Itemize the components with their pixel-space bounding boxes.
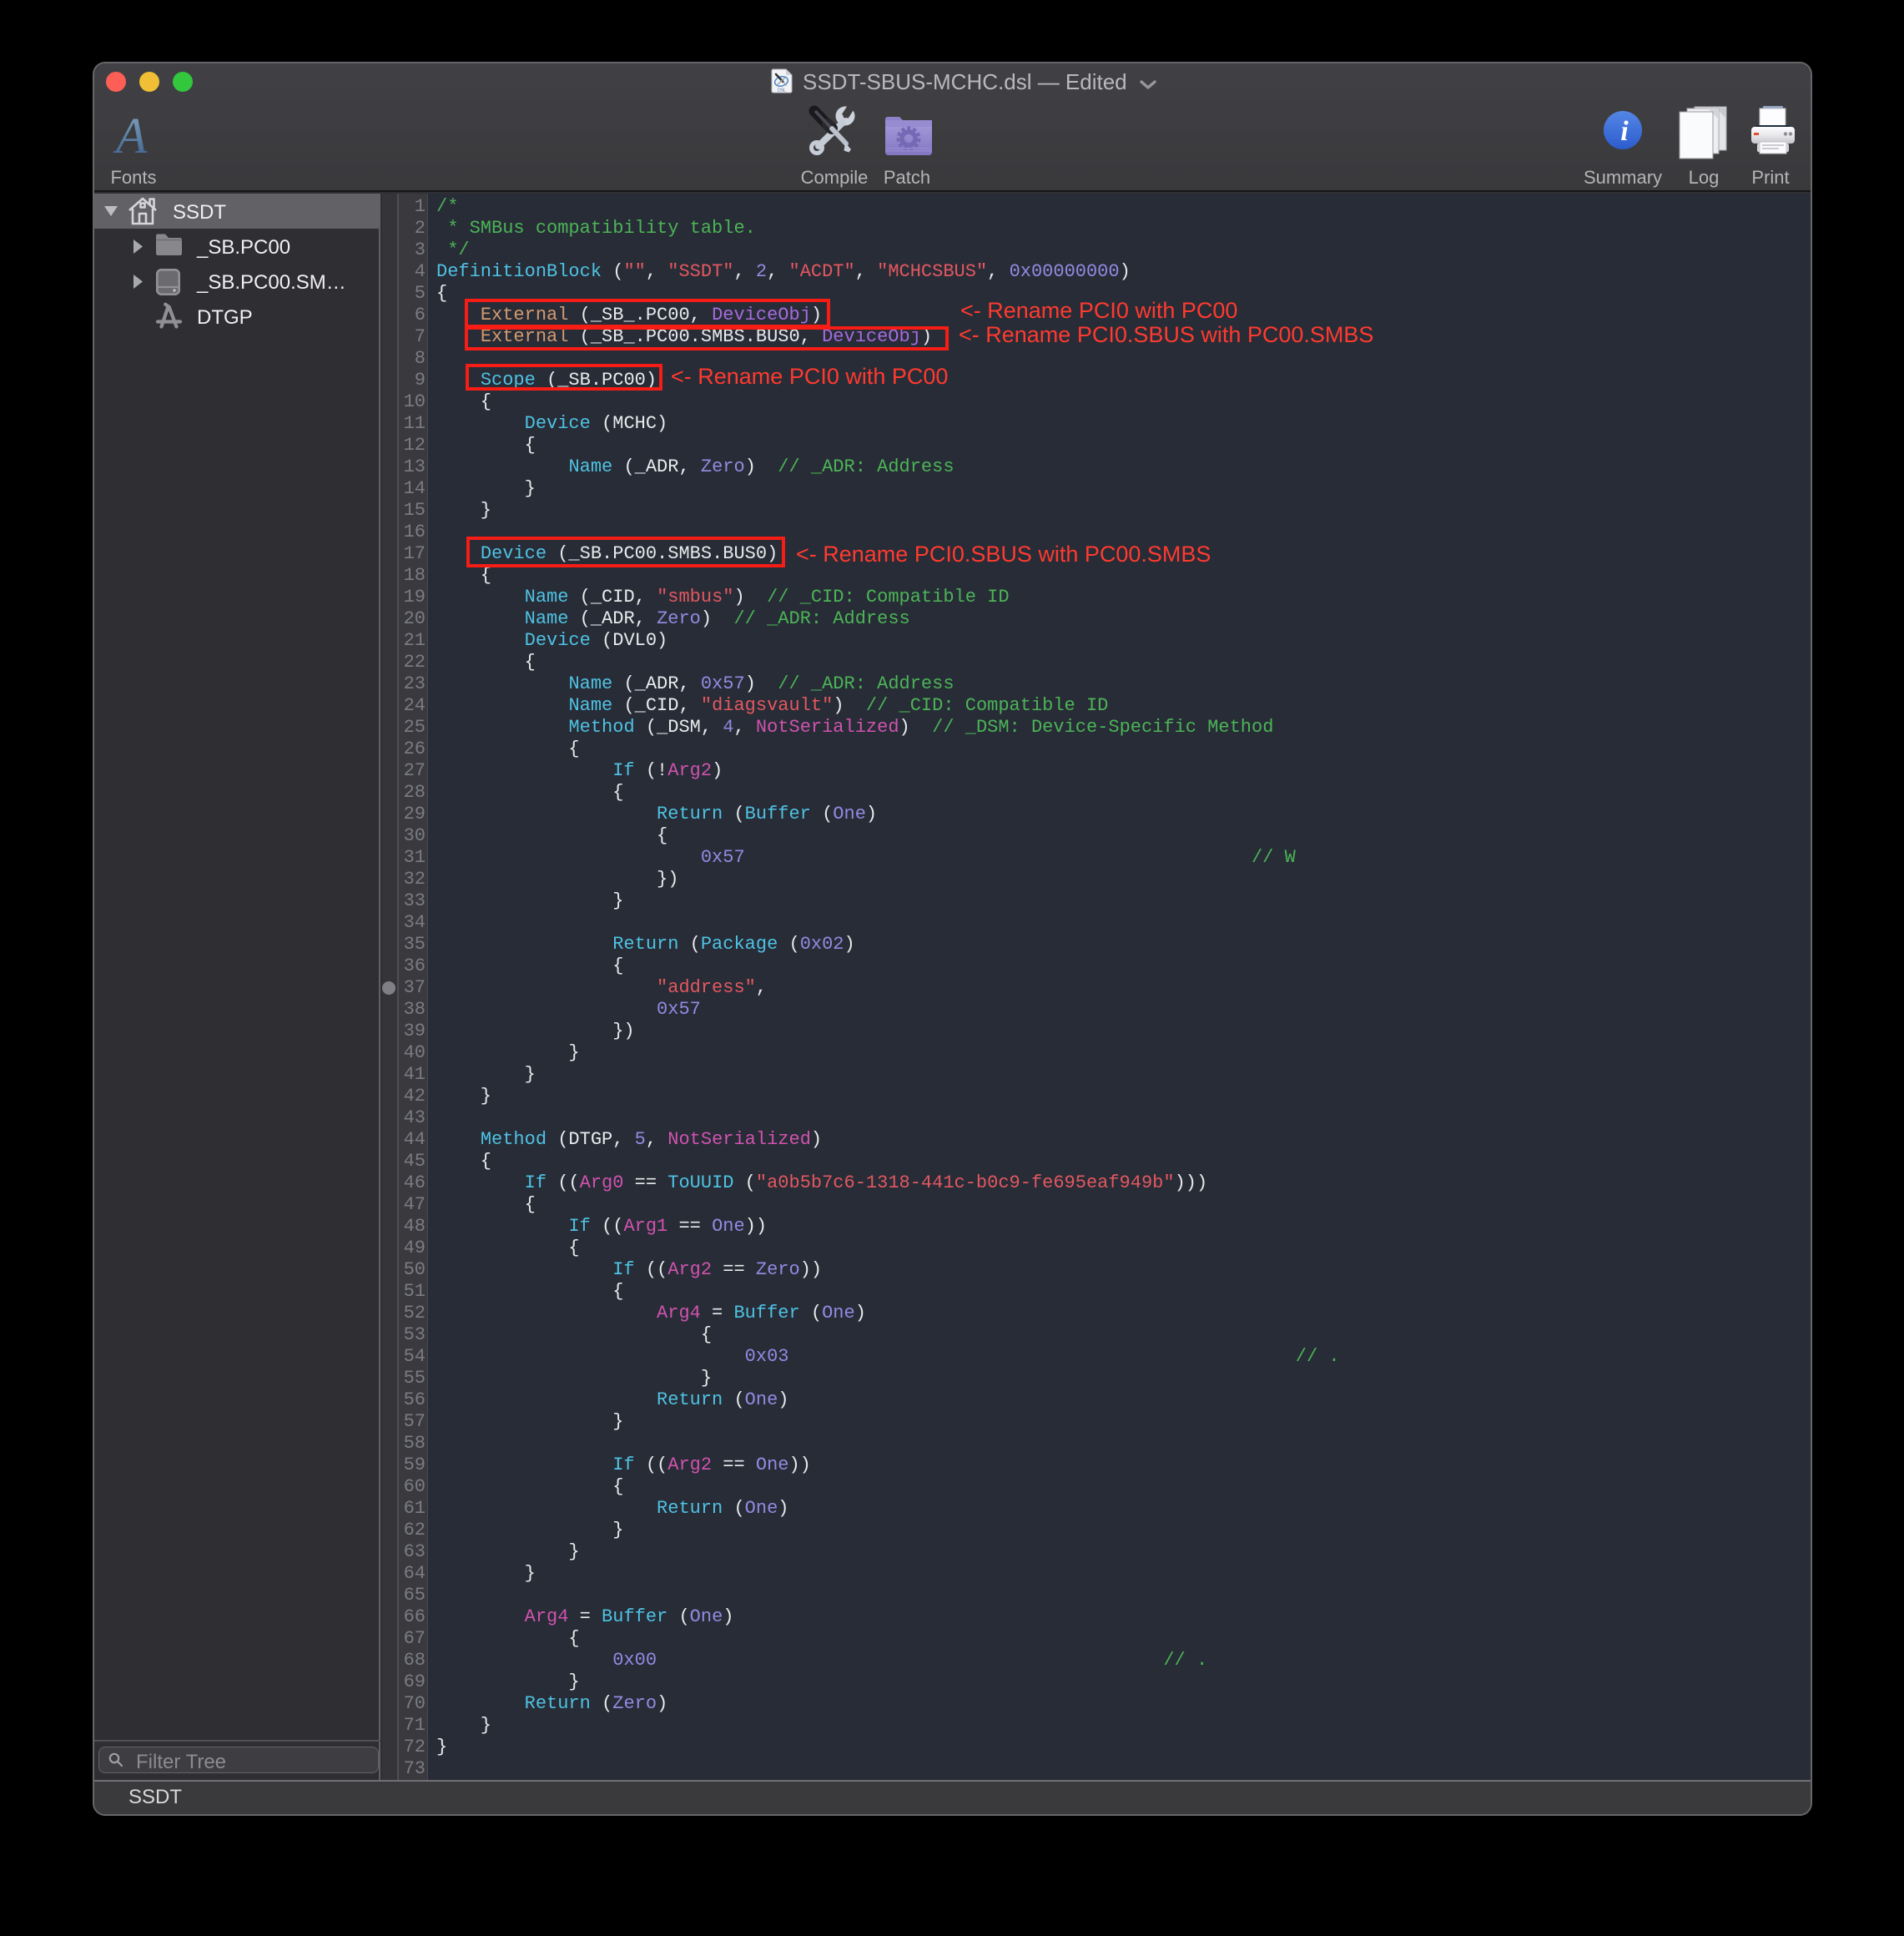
svg-text:DSL: DSL (778, 88, 786, 93)
svg-text:i: i (1620, 116, 1629, 147)
svg-text:A: A (113, 108, 148, 164)
